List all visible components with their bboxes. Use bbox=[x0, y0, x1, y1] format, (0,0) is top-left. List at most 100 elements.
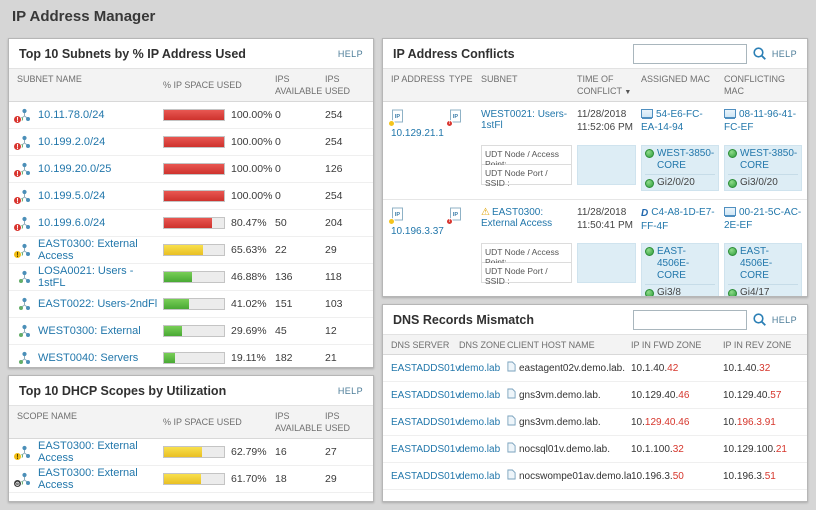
status-badge bbox=[13, 479, 22, 488]
dns-zone-link[interactable]: demo.lab bbox=[459, 363, 507, 374]
dns-server-link[interactable]: EASTADDS01v bbox=[383, 363, 459, 374]
help-link[interactable]: HELP bbox=[772, 49, 797, 59]
subnet-link[interactable]: 10.199.6.0/24 bbox=[38, 217, 105, 229]
help-link[interactable]: HELP bbox=[772, 315, 797, 325]
assigned-mac[interactable]: C4-A8-1D-E7-FF-4F bbox=[641, 207, 715, 232]
udt-port-label: UDT Node Port / SSID : bbox=[481, 263, 572, 283]
subnet-icon bbox=[17, 135, 32, 149]
assigned-node-link[interactable]: EAST-4506E-CORE bbox=[657, 246, 715, 282]
dns-server-link[interactable]: EASTADDS01v bbox=[383, 444, 459, 455]
conflicting-node-link[interactable]: EAST-4506E-CORE bbox=[740, 246, 798, 282]
search-icon[interactable] bbox=[752, 312, 767, 327]
usage-percent: 65.63% bbox=[231, 244, 267, 256]
search-icon[interactable] bbox=[752, 46, 767, 61]
help-link[interactable]: HELP bbox=[338, 49, 363, 59]
dns-server-link[interactable]: EASTADDS01v bbox=[383, 390, 459, 401]
warning-icon: ⚠ bbox=[481, 207, 490, 218]
client-host-name: gns3vm.demo.lab. bbox=[519, 417, 601, 428]
assigned-device-icon bbox=[641, 109, 653, 118]
search-input[interactable] bbox=[633, 44, 747, 64]
sort-desc-icon: ▼ bbox=[624, 89, 631, 96]
usage-bar bbox=[163, 446, 225, 458]
status-badge bbox=[13, 223, 22, 232]
column-ips-used: IPS USED bbox=[325, 74, 361, 97]
dns-zone-link[interactable]: demo.lab bbox=[459, 444, 507, 455]
conflicts-table-body: IP 10.129.21.1 IP ⚠ WEST0021: Users-1stFl bbox=[383, 102, 807, 297]
status-up-icon bbox=[645, 149, 654, 158]
conflicting-node-link[interactable]: WEST-3850-CORE bbox=[740, 148, 798, 172]
conflict-type-icon: IP bbox=[449, 109, 462, 126]
dns-row: EASTADDS01v demo.lab nocswompe01av.demo.… bbox=[383, 463, 807, 490]
status-up-icon bbox=[645, 179, 654, 188]
subnet-link[interactable]: LOSA0021: Users - 1stFL bbox=[38, 265, 163, 289]
usage-bar bbox=[163, 109, 225, 121]
subnets-panel: Top 10 Subnets by % IP Address Used HELP… bbox=[8, 38, 374, 368]
conflicts-panel-title: IP Address Conflicts bbox=[393, 47, 515, 61]
svg-text:IP: IP bbox=[395, 114, 401, 120]
conflicting-port: Gi3/0/20 bbox=[740, 177, 778, 188]
ips-used-value: 12 bbox=[325, 325, 361, 337]
column-assigned-mac: ASSIGNED MAC bbox=[641, 74, 724, 97]
status-up-icon bbox=[728, 289, 737, 297]
dns-row: EASTADDS01v demo.lab gns3vm.demo.lab. 10… bbox=[383, 382, 807, 409]
ips-used-value: 29 bbox=[325, 473, 361, 485]
subnet-row: 10.199.2.0/24 100.00% 0 254 bbox=[9, 129, 373, 156]
client-host-name: eastagent02v.demo.lab. bbox=[519, 363, 625, 374]
usage-bar bbox=[163, 352, 225, 364]
column-client-host-name: CLIENT HOST NAME bbox=[507, 340, 631, 350]
ips-used-value: 254 bbox=[325, 136, 361, 148]
dns-server-link[interactable]: EASTADDS01v bbox=[383, 471, 459, 482]
help-link[interactable]: HELP bbox=[338, 386, 363, 396]
subnet-row: 10.199.5.0/24 100.00% 0 254 bbox=[9, 183, 373, 210]
dns-mismatch-panel: DNS Records Mismatch HELP DNS SERVER DNS… bbox=[382, 304, 808, 502]
ips-available-value: 0 bbox=[275, 109, 325, 121]
subnet-link[interactable]: WEST0300: External bbox=[38, 325, 141, 337]
assigned-node-link[interactable]: WEST-3850-CORE bbox=[657, 148, 715, 172]
subnet-link[interactable]: WEST0040: Servers bbox=[38, 352, 138, 364]
dns-zone-link[interactable]: demo.lab bbox=[459, 471, 507, 482]
dhcp-scope-row: EAST0300: External Access 61.70% 18 29 bbox=[9, 466, 373, 493]
usage-bar bbox=[163, 217, 225, 229]
subnet-link[interactable]: EAST0300: External Access bbox=[38, 238, 163, 262]
subnet-link[interactable]: 10.199.20.0/25 bbox=[38, 163, 111, 175]
usage-bar bbox=[163, 473, 225, 485]
conflict-row: IP 10.129.21.1 IP ⚠WEST0021: Users-1stFl bbox=[383, 102, 807, 200]
subnet-link[interactable]: 10.11.78.0/24 bbox=[38, 109, 104, 121]
dns-zone-link[interactable]: demo.lab bbox=[459, 390, 507, 401]
conflict-subnet-link[interactable]: WEST0021: Users-1stFl bbox=[481, 109, 567, 131]
usage-percent: 100.00% bbox=[231, 163, 272, 175]
usage-bar bbox=[163, 325, 225, 337]
subnet-link[interactable]: 10.199.5.0/24 bbox=[38, 190, 105, 202]
ip-address-icon: IP bbox=[391, 109, 404, 126]
in-use-badge bbox=[388, 218, 395, 225]
conflict-subnet-link[interactable]: EAST0300: External Access bbox=[481, 207, 552, 229]
usage-percent: 100.00% bbox=[231, 109, 272, 121]
status-badge bbox=[13, 452, 22, 461]
subnet-link[interactable]: 10.199.2.0/24 bbox=[38, 136, 105, 148]
column-ip-space-used: % IP SPACE USED bbox=[163, 74, 275, 97]
dhcp-scope-link[interactable]: EAST0300: External Access bbox=[38, 467, 163, 491]
conflict-ip-link[interactable]: 10.129.21.1 bbox=[391, 128, 444, 139]
dhcp-scope-link[interactable]: EAST0300: External Access bbox=[38, 440, 163, 464]
status-up-icon bbox=[728, 179, 737, 188]
column-type: TYPE bbox=[449, 74, 481, 97]
ips-available-value: 0 bbox=[275, 190, 325, 202]
ips-available-value: 182 bbox=[275, 352, 325, 364]
ips-available-value: 136 bbox=[275, 271, 325, 283]
usage-percent: 29.69% bbox=[231, 325, 267, 337]
column-time-of-conflict[interactable]: TIME OF CONFLICT ▼ bbox=[577, 74, 641, 97]
conflict-ip-link[interactable]: 10.196.3.37 bbox=[391, 226, 444, 237]
dns-zone-link[interactable]: demo.lab bbox=[459, 417, 507, 428]
subnet-link[interactable]: EAST0022: Users-2ndFl bbox=[38, 298, 157, 310]
ips-available-value: 16 bbox=[275, 446, 325, 458]
assigned-port: Gi3/8 bbox=[657, 287, 681, 297]
search-input[interactable] bbox=[633, 310, 747, 330]
dns-server-link[interactable]: EASTADDS01v bbox=[383, 417, 459, 428]
ips-available-value: 18 bbox=[275, 473, 325, 485]
status-badge bbox=[13, 169, 22, 178]
conflict-badge bbox=[446, 218, 453, 225]
column-ip-address: IP ADDRESS bbox=[383, 74, 449, 97]
ips-available-value: 50 bbox=[275, 217, 325, 229]
ips-used-value: 118 bbox=[325, 271, 361, 283]
column-dns-zone: DNS ZONE bbox=[459, 340, 507, 350]
